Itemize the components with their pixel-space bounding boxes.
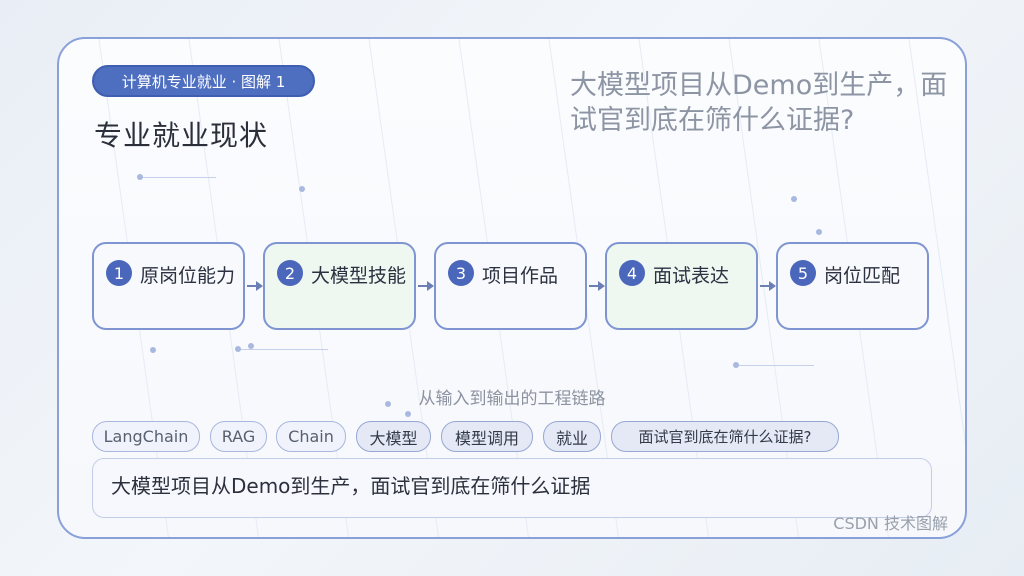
deco-dot (299, 186, 305, 192)
step-label: 岗位匹配 (824, 265, 901, 287)
flow-step-3: 3 项目作品 (434, 242, 587, 330)
deco-line (238, 349, 328, 350)
deco-dot (816, 229, 822, 235)
headline: 大模型项目从Demo到生产，面试官到底在筛什么证据? (570, 70, 948, 136)
flow-step-4: 4 面试表达 (605, 242, 758, 330)
flow-step-2: 2 大模型技能 (263, 242, 416, 330)
footer-credit: CSDN 技术图解 (833, 514, 948, 533)
deco-line (736, 365, 814, 366)
keyword-tag: Chain (276, 421, 346, 452)
arrow-right-icon (418, 281, 434, 291)
keyword-tag: LangChain (92, 421, 200, 452)
arrow-right-icon (247, 281, 263, 291)
deco-dot (791, 196, 797, 202)
arrow-right-icon (589, 281, 605, 291)
deco-line (140, 177, 216, 178)
keyword-tag: 大模型 (356, 421, 431, 452)
step-number: 1 (106, 260, 132, 286)
keyword-tag: 模型调用 (441, 421, 533, 452)
page-title: 专业就业现状 (94, 119, 269, 152)
deco-dot (733, 362, 739, 368)
flow-step-1: 1 原岗位能力 (92, 242, 245, 330)
deco-dot (405, 411, 411, 417)
flow-caption: 从输入到输出的工程链路 (418, 389, 606, 409)
step-number: 4 (619, 260, 645, 286)
deco-dot (248, 343, 254, 349)
deco-dot (137, 174, 143, 180)
deco-dot (235, 346, 241, 352)
category-tag: 计算机专业就业 · 图解 1 (92, 65, 315, 97)
step-label: 项目作品 (482, 265, 559, 287)
step-number: 5 (790, 260, 816, 286)
step-number: 3 (448, 260, 474, 286)
deco-dot (150, 347, 156, 353)
summary-box: 大模型项目从Demo到生产，面试官到底在筛什么证据 (92, 458, 932, 518)
keyword-tag: 面试官到底在筛什么证据? (611, 421, 839, 452)
step-label: 原岗位能力 (140, 265, 236, 287)
step-label: 大模型技能 (311, 265, 407, 287)
step-number: 2 (277, 260, 303, 286)
summary-text: 大模型项目从Demo到生产，面试官到底在筛什么证据 (111, 474, 591, 498)
keyword-tag: 就业 (543, 421, 601, 452)
keyword-tag: RAG (210, 421, 267, 452)
arrow-right-icon (760, 281, 776, 291)
step-label: 面试表达 (653, 265, 730, 287)
flow-step-5: 5 岗位匹配 (776, 242, 929, 330)
